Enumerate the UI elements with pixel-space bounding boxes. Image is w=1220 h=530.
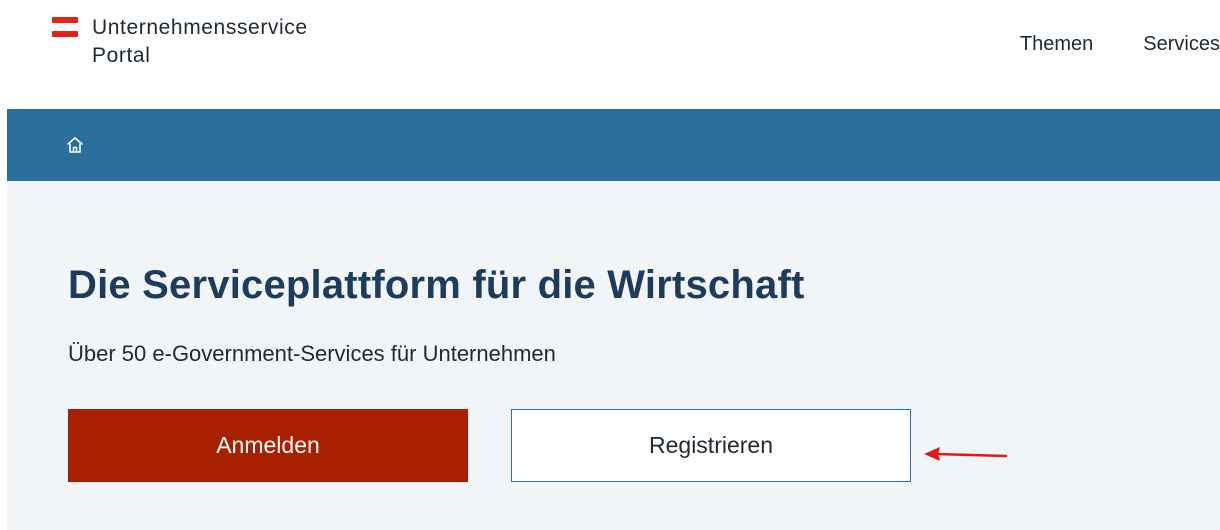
logo-line-1: Unternehmensservice bbox=[92, 16, 308, 39]
register-button[interactable]: Registrieren bbox=[511, 409, 911, 482]
page-subtitle: Über 50 e-Government-Services für Untern… bbox=[68, 341, 556, 366]
page-title: Die Serviceplattform für die Wirtschaft bbox=[68, 263, 805, 307]
austria-flag-icon bbox=[52, 17, 78, 37]
portal-logo[interactable]: Unternehmensservice Portal bbox=[52, 14, 308, 70]
main-nav: Themen Services bbox=[1020, 32, 1220, 56]
hero-section: Die Serviceplattform für die Wirtschaft … bbox=[7, 181, 1220, 530]
breadcrumb bbox=[7, 109, 1220, 181]
nav-item-themen[interactable]: Themen bbox=[1020, 32, 1093, 56]
logo-line-2: Portal bbox=[92, 44, 151, 67]
annotation-arrow-icon bbox=[924, 447, 1008, 461]
login-button[interactable]: Anmelden bbox=[68, 409, 468, 482]
site-header: Unternehmensservice Portal Themen Servic… bbox=[0, 0, 1220, 109]
home-icon[interactable] bbox=[65, 135, 85, 155]
logo-text: Unternehmensservice Portal bbox=[92, 14, 308, 70]
nav-item-services[interactable]: Services bbox=[1143, 32, 1220, 56]
